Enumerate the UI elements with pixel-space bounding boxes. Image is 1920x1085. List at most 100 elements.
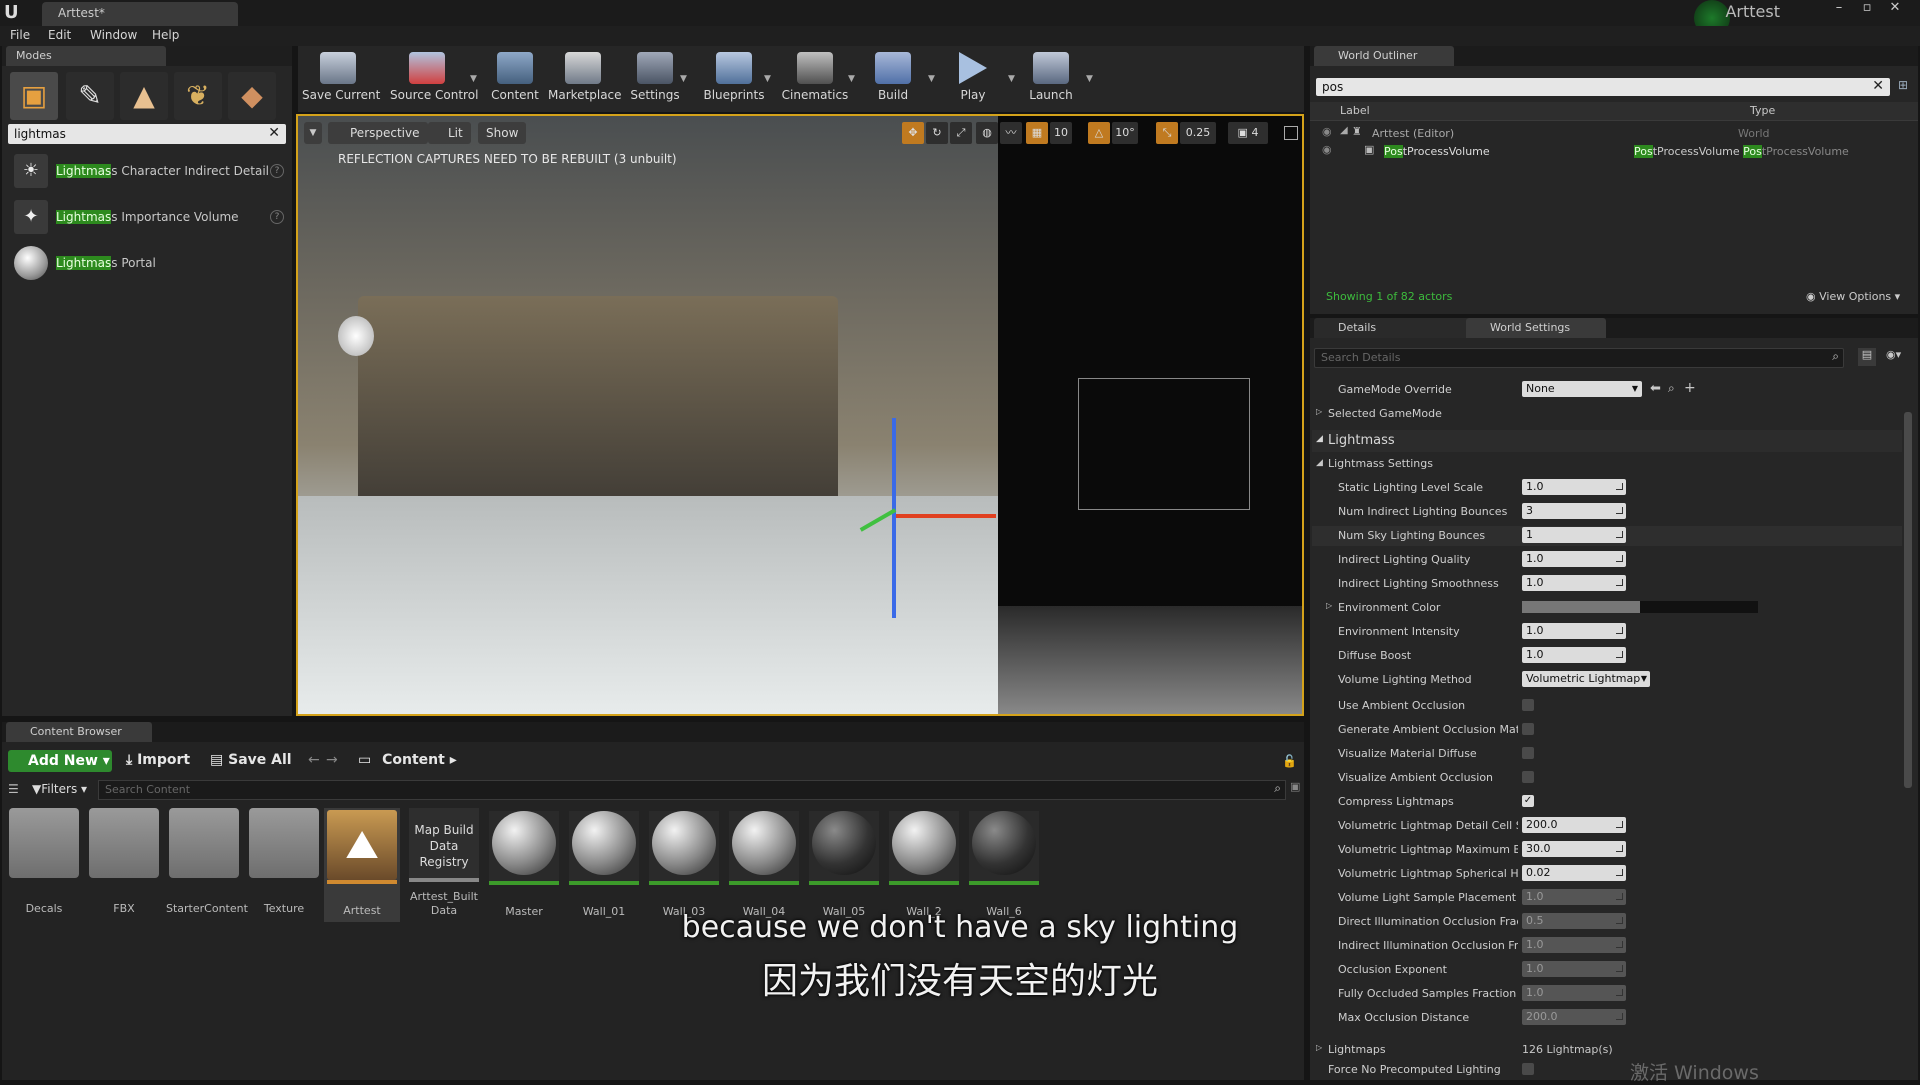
source-control-button[interactable]: Source Control xyxy=(390,48,478,108)
view-options-button[interactable]: ◉ View Options ▾ xyxy=(1806,290,1900,303)
expand-arrow-icon[interactable]: ◢ xyxy=(1340,125,1348,136)
tab-world-settings[interactable]: World Settings xyxy=(1466,318,1606,338)
minimize-icon[interactable]: – xyxy=(1826,0,1852,18)
collapse-arrow-icon[interactable]: ◢ xyxy=(1316,458,1323,468)
asset-material[interactable]: Wall_03 xyxy=(646,808,722,922)
prop-value-input[interactable]: 1.0 xyxy=(1522,575,1626,591)
help-icon[interactable]: ? xyxy=(270,164,284,178)
grid-snap-value[interactable]: 10 xyxy=(1050,122,1072,144)
gizmo-z-axis[interactable] xyxy=(892,418,896,618)
tab-content-browser[interactable]: Content Browser xyxy=(6,722,152,742)
marketplace-button[interactable]: Marketplace xyxy=(548,48,622,108)
surface-snap-icon[interactable]: 〰 xyxy=(1000,122,1022,144)
mode-item-lightmass-importance[interactable]: ✦ Lightmass Importance Volume ? xyxy=(12,198,288,238)
grid-snap-icon[interactable]: ▦ xyxy=(1026,122,1048,144)
chevron-down-icon[interactable]: ▼ xyxy=(928,74,938,84)
sources-toggle-icon[interactable]: ☰ xyxy=(8,782,20,796)
place-mode-icon[interactable]: ▣ xyxy=(10,72,58,120)
viewport-options-button[interactable]: ▼ xyxy=(304,122,322,144)
asset-folder[interactable]: Decals xyxy=(6,808,82,922)
level-viewport[interactable]: ↑→ xyxy=(296,114,1304,716)
show-button[interactable]: Show xyxy=(478,122,527,144)
prop-value-input[interactable]: 1.0 xyxy=(1522,623,1626,639)
add-filter-icon[interactable]: ⊞ xyxy=(1898,78,1914,94)
asset-folder[interactable]: Texture xyxy=(246,808,322,922)
content-search-input[interactable]: Search Content ⌕ xyxy=(98,780,1286,800)
mode-item-lightmass-character[interactable]: ☀ Lightmass Character Indirect Detail ? xyxy=(12,152,288,192)
prop-value-input[interactable]: 3 xyxy=(1522,503,1626,519)
breadcrumb[interactable]: ▭ Content ▸ xyxy=(358,752,457,768)
prop-value-input[interactable]: 30.0 xyxy=(1522,841,1626,857)
landscape-mode-icon[interactable]: ▲ xyxy=(120,72,168,120)
chevron-down-icon[interactable]: ▼ xyxy=(848,74,858,84)
tab-details[interactable]: Details xyxy=(1314,318,1470,338)
launch-button[interactable]: Launch xyxy=(1020,48,1082,108)
prop-value-input[interactable]: 200.0 xyxy=(1522,1009,1626,1025)
prop-value-input[interactable]: 1.0 xyxy=(1522,937,1626,953)
play-button[interactable]: Play xyxy=(942,48,1004,108)
clear-search-icon[interactable]: ✕ xyxy=(1872,78,1884,94)
expand-arrow-icon[interactable]: ▷ xyxy=(1316,407,1322,416)
tab-modes[interactable]: Modes xyxy=(6,46,166,66)
save-current-button[interactable]: Save Current xyxy=(302,48,380,108)
cinematics-button[interactable]: Cinematics xyxy=(778,48,852,108)
checkbox[interactable] xyxy=(1522,723,1534,735)
chevron-down-icon[interactable]: ▼ xyxy=(680,74,690,84)
eye-visibility-icon[interactable]: ◉▾ xyxy=(1886,348,1912,366)
asset-material[interactable]: Wall_01 xyxy=(566,808,642,922)
modes-search-input[interactable]: lightmas ✕ xyxy=(8,124,286,144)
blueprints-button[interactable]: Blueprints xyxy=(696,48,772,108)
prop-value-input[interactable]: 1.0 xyxy=(1522,551,1626,567)
asset-folder[interactable]: FBX xyxy=(86,808,162,922)
asset-material[interactable]: Wall_6 xyxy=(966,808,1042,922)
tab-world-outliner[interactable]: World Outliner xyxy=(1314,46,1454,66)
prop-value-input[interactable]: 1.0 xyxy=(1522,479,1626,495)
help-icon[interactable]: ? xyxy=(270,210,284,224)
volume-method-select[interactable]: Volumetric Lightmap ▼ xyxy=(1522,671,1650,687)
chevron-down-icon[interactable]: ▼ xyxy=(764,74,774,84)
maximize-viewport-icon[interactable] xyxy=(1284,126,1298,140)
collapse-arrow-icon[interactable]: ◢ xyxy=(1316,434,1323,444)
rotation-snap-icon[interactable]: △ xyxy=(1088,122,1110,144)
lock-icon[interactable]: 🔓 xyxy=(1282,754,1297,768)
prop-value-input[interactable]: 1.0 xyxy=(1522,647,1626,663)
arrow-left-icon[interactable]: ⬅ xyxy=(1650,381,1661,396)
scale-tool-icon[interactable]: ⤢ xyxy=(950,122,972,144)
forward-arrow-icon[interactable]: → xyxy=(326,752,338,768)
menu-edit[interactable]: Edit xyxy=(48,28,71,42)
add-new-button[interactable]: Add New ▾ xyxy=(8,750,112,772)
clear-search-icon[interactable]: ✕ xyxy=(268,125,280,141)
expand-arrow-icon[interactable]: ▷ xyxy=(1316,1043,1322,1052)
mode-item-lightmass-portal[interactable]: Lightmass Portal xyxy=(12,244,288,284)
rotation-snap-value[interactable]: 10° xyxy=(1112,122,1138,144)
world-local-icon[interactable]: ◍ xyxy=(976,122,998,144)
foliage-mode-icon[interactable]: ❦ xyxy=(174,72,222,120)
checkbox[interactable] xyxy=(1522,699,1534,711)
details-scrollbar[interactable] xyxy=(1904,412,1912,788)
checkbox-checked[interactable]: ✓ xyxy=(1522,795,1534,807)
gizmo-x-axis[interactable] xyxy=(896,514,996,518)
expand-arrow-icon[interactable]: ▷ xyxy=(1326,601,1332,610)
checkbox[interactable] xyxy=(1522,1063,1534,1075)
prop-value-input[interactable]: 0.5 xyxy=(1522,913,1626,929)
save-search-icon[interactable]: ▣ xyxy=(1290,780,1300,793)
eye-icon[interactable]: ◉ xyxy=(1322,143,1332,156)
menu-window[interactable]: Window xyxy=(90,28,137,42)
asset-build-data[interactable]: Map Build Data Registry Arttest_Built Dat… xyxy=(406,808,482,922)
selected-gamemode-row[interactable]: ▷ Selected GameMode xyxy=(1312,404,1902,424)
import-button[interactable]: ⤓ Import xyxy=(126,752,190,768)
perspective-button[interactable]: Perspective xyxy=(328,122,428,144)
asset-material[interactable]: Wall_05 xyxy=(806,808,882,922)
outliner-row[interactable]: ◉ ◢ ♜ Arttest (Editor) World xyxy=(1310,124,1918,142)
maximize-icon[interactable]: ▫ xyxy=(1854,0,1880,18)
geometry-mode-icon[interactable]: ◆ xyxy=(228,72,276,120)
build-button[interactable]: Build xyxy=(862,48,924,108)
browse-icon[interactable]: ⌕ xyxy=(1668,381,1675,396)
add-icon[interactable]: + xyxy=(1684,380,1696,396)
prop-value-input[interactable]: 1 xyxy=(1522,527,1626,543)
prop-value-input[interactable]: 200.0 xyxy=(1522,817,1626,833)
asset-material[interactable]: Master xyxy=(486,808,562,922)
asset-level[interactable]: ⛰ Arttest xyxy=(324,808,400,922)
details-search-input[interactable]: Search Details ⌕ xyxy=(1314,348,1844,368)
paint-mode-icon[interactable]: ✎ xyxy=(66,72,114,120)
